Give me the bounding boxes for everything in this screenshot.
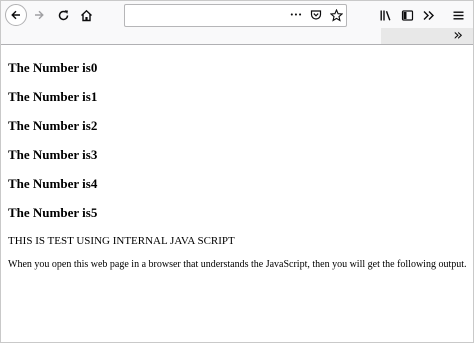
library-icon — [380, 10, 390, 20]
number-heading: The Number is0 — [8, 60, 98, 75]
forward-button[interactable] — [28, 4, 50, 26]
main-menu-button[interactable] — [447, 4, 469, 26]
number-heading: The Number is2 — [8, 118, 98, 133]
number-heading: The Number is1 — [8, 89, 98, 104]
toolbar-overflow-button[interactable] — [417, 4, 439, 26]
home-button[interactable] — [75, 4, 97, 26]
back-arrow-icon — [11, 10, 20, 20]
navigation-toolbar: ••• — [1, 1, 473, 28]
sidebar-button[interactable] — [396, 4, 418, 26]
overflow-chevron-icon — [423, 10, 434, 20]
number-heading: The Number is3 — [8, 147, 98, 162]
browser-window: ••• » The Number is0 The Number is1 The … — [0, 0, 474, 343]
reload-button[interactable] — [52, 4, 74, 26]
test-heading-text: THIS IS TEST USING INTERNAL JAVA SCRIPT — [8, 235, 235, 247]
bookmark-star-icon — [329, 8, 343, 22]
home-icon — [80, 9, 92, 21]
back-button[interactable] — [5, 4, 27, 26]
forward-arrow-icon — [35, 10, 44, 20]
number-heading: The Number is4 — [8, 176, 98, 191]
hamburger-menu-icon — [453, 11, 463, 19]
pocket-button[interactable] — [307, 6, 325, 24]
bookmarks-overflow-icon: » — [453, 25, 463, 44]
reload-icon — [58, 9, 68, 20]
library-button[interactable] — [374, 4, 396, 26]
number-heading: The Number is5 — [8, 205, 98, 220]
bookmarks-overflow-button[interactable]: » — [381, 25, 473, 45]
bookmark-star-button[interactable] — [327, 6, 345, 24]
number-list: The Number is0 The Number is1 The Number… — [8, 60, 448, 234]
description-paragraph: When you open this web page in a browser… — [8, 259, 467, 270]
pocket-icon — [310, 10, 322, 20]
more-actions-icon: ••• — [289, 11, 303, 19]
page-content: The Number is0 The Number is1 The Number… — [1, 45, 473, 342]
more-actions-button[interactable]: ••• — [287, 6, 305, 24]
address-bar[interactable]: ••• — [124, 4, 347, 27]
sidebar-icon — [401, 9, 413, 21]
